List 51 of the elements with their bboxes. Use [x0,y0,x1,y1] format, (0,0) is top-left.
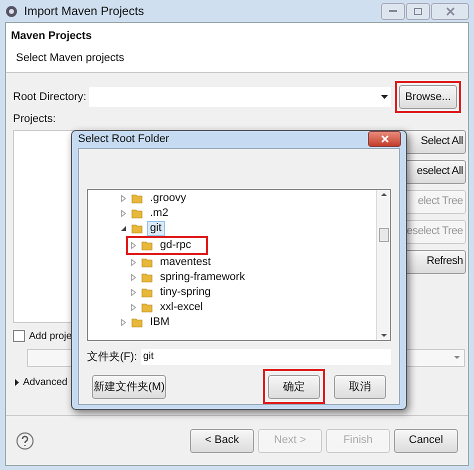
checkbox[interactable] [13,330,25,342]
collapse-arrow-icon[interactable] [120,224,127,232]
folder-name[interactable]: gd-rpc [157,238,194,252]
close-icon [380,135,388,144]
folder-name[interactable]: .m2 [147,206,172,220]
scroll-down-icon[interactable] [380,334,386,336]
folder-label: 文件夹(F): [87,350,138,364]
minimize-button[interactable] [381,2,405,20]
scroll-thumb[interactable] [378,228,388,242]
folder-icon [141,271,153,283]
folder-icon [141,301,153,313]
page-description: Select Maven projects [15,50,126,66]
dropdown-icon [454,356,460,359]
field-label: Root Directory: [13,90,86,105]
wizard-button[interactable]: < Back [190,428,254,452]
dropdown-icon [381,95,388,99]
scrollbar[interactable] [376,190,390,340]
folder-name[interactable]: .groovy [147,190,190,206]
dialog-button[interactable]: 取消 [334,375,386,400]
folder-input[interactable]: git [141,348,391,365]
folder-icon [141,256,153,268]
folder-icon [141,286,153,298]
folder-icon [131,192,143,204]
folder-name[interactable]: spring-framework [157,270,248,284]
maximize-button[interactable] [406,2,430,20]
page-title: Maven Projects [11,29,93,44]
wizard-button[interactable]: Cancel [394,428,458,452]
advanced-label[interactable]: Advanced [23,374,68,390]
folder-icon [131,222,143,234]
dialog-title: Select Root Folder [78,132,170,147]
close-button[interactable] [368,131,401,148]
folder-icon [141,239,153,251]
window-title: Import Maven Projects [24,3,144,20]
side-button[interactable]: Select All [402,130,466,154]
folder-name[interactable]: xxl-excel [157,300,206,314]
browse-button[interactable]: Browse... [399,85,457,109]
folder-name[interactable]: tiny-spring [157,284,214,300]
field-label: Projects: [12,112,57,127]
expand-arrow-icon[interactable] [14,378,20,386]
dialog-button[interactable]: 新建文件夹(M) [92,375,166,400]
folder-name[interactable]: git [147,220,165,236]
close-icon [446,6,454,16]
app-icon [5,4,18,18]
scroll-up-icon[interactable] [380,192,386,196]
help-icon[interactable] [16,432,34,450]
folder-icon [131,207,143,219]
folder-name[interactable]: IBM [147,314,173,330]
folder-icon [131,316,143,328]
dialog-button[interactable]: 确定 [268,375,320,400]
folder-name[interactable]: maventest [157,254,214,270]
checkbox-label: Add proje [29,330,72,344]
